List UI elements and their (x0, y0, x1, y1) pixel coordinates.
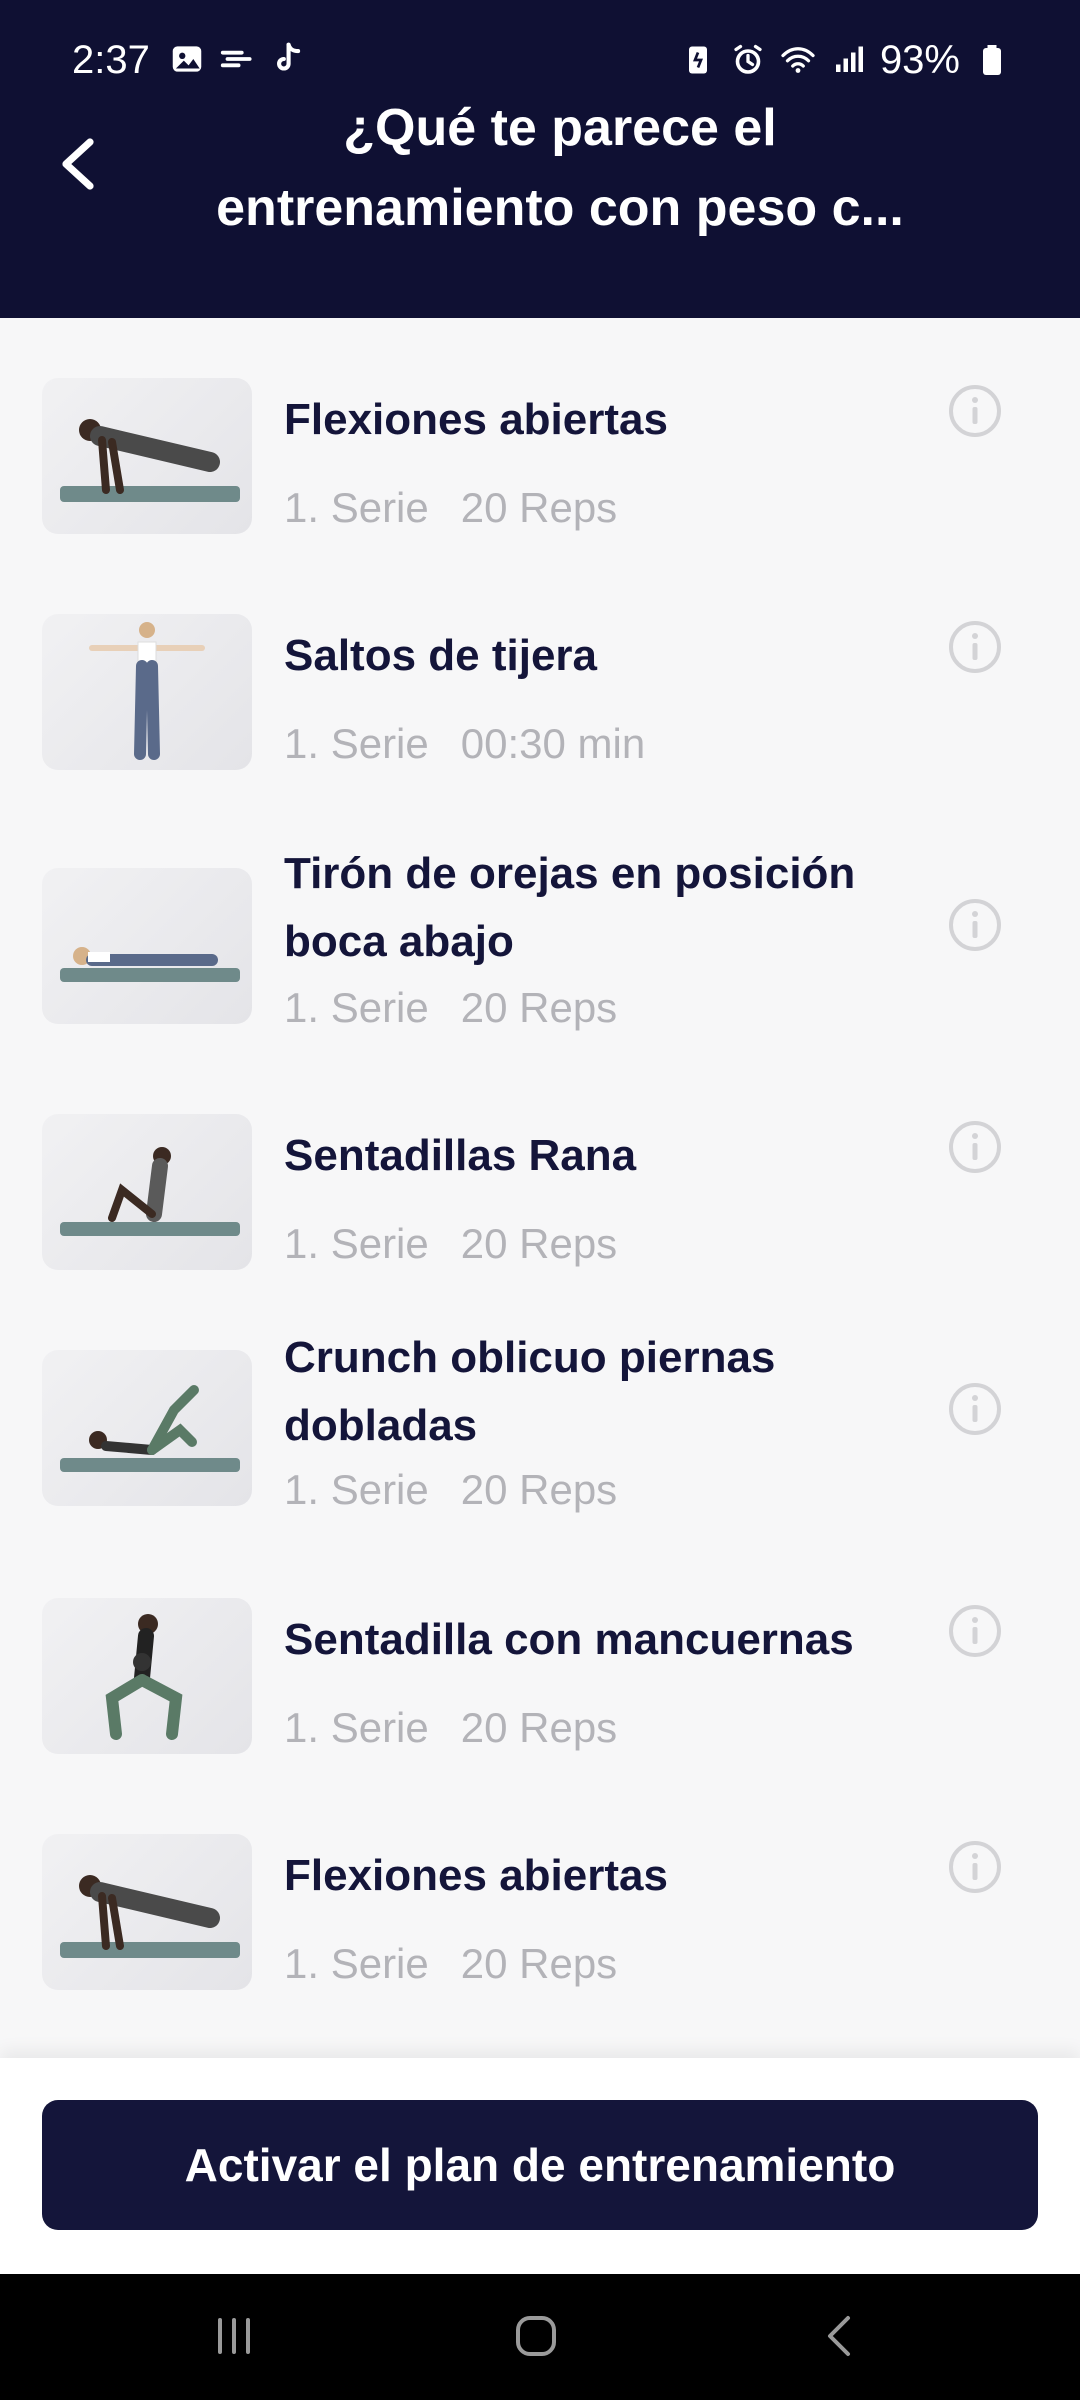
info-button[interactable] (948, 1382, 1002, 1436)
info-button[interactable] (948, 1840, 1002, 1894)
info-icon (949, 1841, 1001, 1893)
home-button[interactable] (496, 2304, 576, 2368)
exercise-series: 1. Serie (284, 1940, 429, 1987)
exercise-name: Crunch oblicuo piernas dobladas (284, 1333, 776, 1450)
exercise-name: Flexiones abiertas (284, 395, 668, 444)
back-icon (828, 2316, 850, 2356)
exercise-series: 1. Serie (284, 1704, 429, 1751)
battery-saver-icon (688, 46, 707, 74)
battery-percent: 93% (879, 38, 960, 82)
gallery-icon (172, 46, 202, 72)
exercise-thumbnail (42, 1598, 252, 1754)
exercise-series: 1. Serie (284, 720, 429, 767)
exercise-name: Saltos de tijera (284, 631, 598, 680)
exercise-name: Sentadilla con mancuernas (284, 1615, 854, 1664)
exercise-meta: 1. Serie 20 Reps (284, 480, 617, 536)
exercise-amount: 20 Reps (460, 984, 618, 1031)
info-icon (949, 621, 1001, 673)
info-icon (949, 899, 1001, 951)
bottom-action-panel: Activar el plan de entrenamiento (0, 2058, 1080, 2274)
exercise-amount: 20 Reps (460, 1466, 618, 1513)
info-icon (949, 1121, 1001, 1173)
system-back-button[interactable] (800, 2304, 880, 2368)
exercise-thumbnail (42, 1350, 252, 1506)
exercise-amount: 20 Reps (460, 484, 618, 531)
info-button[interactable] (948, 898, 1002, 952)
battery-icon (983, 45, 1001, 75)
exercise-thumbnail (42, 378, 252, 534)
exercise-series: 1. Serie (284, 984, 429, 1031)
header: ¿Qué te parece el entrenamiento con peso… (0, 88, 1080, 318)
exercise-meta: 1. Serie 20 Reps (284, 1936, 617, 1992)
recent-apps-icon (218, 2318, 250, 2354)
wifi-icon (781, 47, 815, 73)
exercise-meta: 1. Serie 20 Reps (284, 1462, 617, 1518)
exercise-amount: 20 Reps (460, 1704, 618, 1751)
exercise-series: 1. Serie (284, 1466, 429, 1513)
info-icon (949, 1605, 1001, 1657)
info-button[interactable] (948, 384, 1002, 438)
exercise-list: Flexiones abiertas 1. Serie 20 Reps Salto… (0, 318, 1080, 2058)
status-time: 2:37 (72, 38, 150, 82)
recent-apps-button[interactable] (194, 2304, 274, 2368)
info-icon (949, 385, 1001, 437)
exercise-thumbnail (42, 614, 252, 770)
exercise-series: 1. Serie (284, 484, 429, 531)
exercise-thumbnail (42, 868, 252, 1024)
wind-icon (220, 50, 252, 68)
exercise-meta: 1. Serie 20 Reps (284, 1216, 617, 1272)
info-button[interactable] (948, 620, 1002, 674)
exercise-meta: 1. Serie 20 Reps (284, 1700, 617, 1756)
exercise-series: 1. Serie (284, 1220, 429, 1267)
status-right: 93% (680, 34, 1010, 86)
status-bar: 2:37 93% (0, 0, 1080, 88)
info-button[interactable] (948, 1120, 1002, 1174)
signal-icon (835, 46, 863, 72)
activate-plan-button[interactable]: Activar el plan de entrenamiento (42, 2100, 1038, 2230)
page-title: ¿Qué te parece el entrenamiento con peso… (216, 99, 904, 237)
info-icon (949, 1383, 1001, 1435)
exercise-amount: 20 Reps (460, 1220, 618, 1267)
back-button[interactable] (42, 128, 114, 200)
tiktok-icon (277, 42, 301, 71)
exercise-amount: 20 Reps (460, 1940, 618, 1987)
system-nav-bar (0, 2274, 1080, 2400)
exercise-name: Tirón de orejas en posición boca abajo (284, 849, 856, 966)
info-button[interactable] (948, 1604, 1002, 1658)
exercise-name: Sentadillas Rana (284, 1131, 637, 1180)
exercise-amount: 00:30 min (460, 720, 646, 767)
home-icon (516, 2316, 556, 2356)
alarm-icon (734, 44, 762, 74)
chevron-left-icon (62, 138, 94, 190)
exercise-thumbnail (42, 1834, 252, 1990)
exercise-thumbnail (42, 1114, 252, 1270)
exercise-name: Flexiones abiertas (284, 1851, 668, 1900)
exercise-meta: 1. Serie 20 Reps (284, 980, 617, 1036)
status-left-icons (168, 40, 306, 78)
exercise-meta: 1. Serie 00:30 min (284, 716, 645, 772)
